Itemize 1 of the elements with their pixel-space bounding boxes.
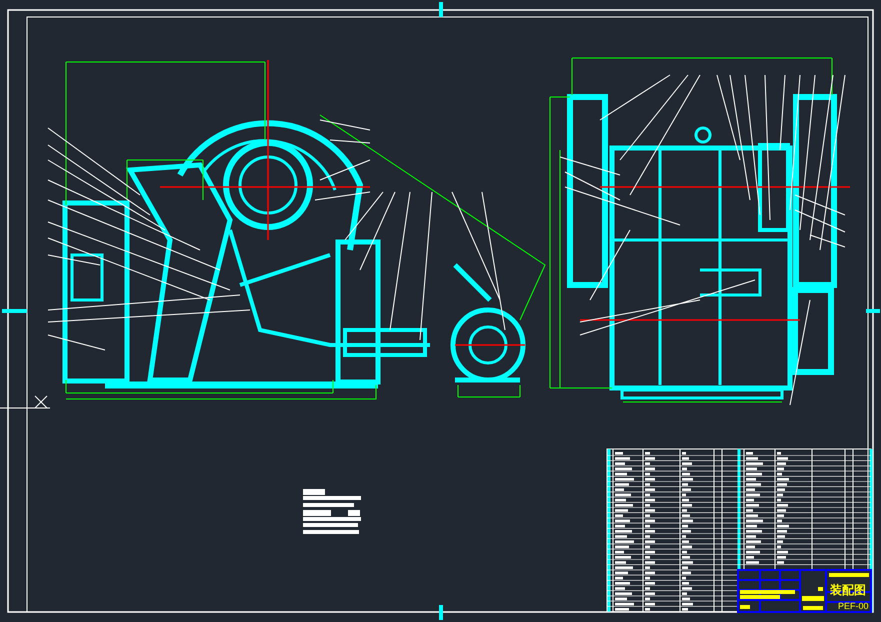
drawing-number: PEF-00: [838, 601, 869, 611]
